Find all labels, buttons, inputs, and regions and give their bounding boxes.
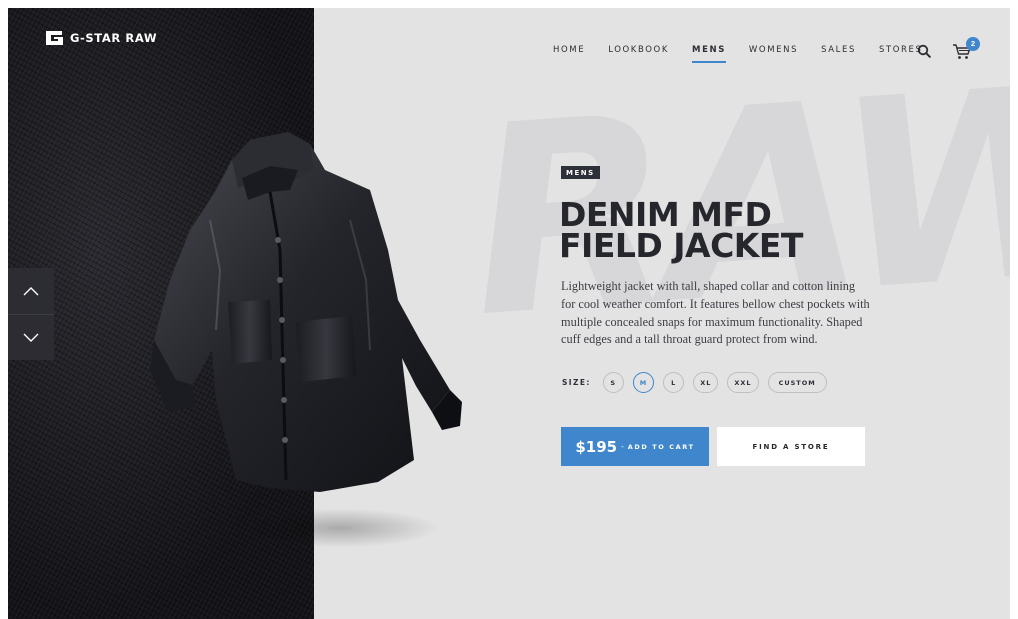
size-option-xxl[interactable]: XXL — [727, 372, 759, 393]
nav-item-mens[interactable]: MENS — [692, 45, 726, 63]
size-option-xl[interactable]: XL — [693, 372, 719, 393]
carousel-up-button[interactable] — [8, 268, 54, 314]
brand-logo[interactable]: G-STAR RAW — [44, 30, 157, 46]
jacket-shadow — [240, 508, 440, 548]
nav-item-womens[interactable]: WOMENS — [749, 45, 798, 61]
product-title: DENIM MFD FIELD JACKET — [559, 198, 879, 265]
g-star-logo-icon — [46, 31, 63, 45]
size-label: SIZE: — [562, 378, 591, 387]
page-frame: RAW G-STAR RAW HOME LOOKBOOK MENS WOMENS… — [8, 8, 1010, 619]
carousel-down-button[interactable] — [8, 314, 54, 360]
cart-count-badge: 2 — [966, 37, 980, 51]
nav-item-home[interactable]: HOME — [553, 45, 585, 61]
chevron-up-icon — [23, 287, 39, 296]
category-badge: MENS — [561, 166, 600, 179]
size-selector: SIZE: S M L XL XXL CUSTOM — [562, 372, 836, 393]
nav-item-lookbook[interactable]: LOOKBOOK — [608, 45, 669, 61]
find-store-button[interactable]: FIND A STORE — [717, 427, 865, 466]
size-option-custom[interactable]: CUSTOM — [767, 372, 827, 393]
price-separator: - — [621, 442, 624, 451]
chevron-down-icon — [23, 333, 39, 342]
product-title-line-2: FIELD JACKET — [559, 226, 803, 265]
jacket-image — [150, 132, 462, 492]
main-nav: HOME LOOKBOOK MENS WOMENS SALES STORES — [553, 45, 946, 63]
carousel-controls — [8, 268, 54, 360]
add-to-cart-label: ADD TO CART — [627, 442, 695, 451]
size-option-m[interactable]: M — [632, 372, 655, 393]
search-icon[interactable] — [917, 44, 931, 58]
brand-name: G-STAR RAW — [70, 31, 158, 45]
nav-item-sales[interactable]: SALES — [821, 45, 856, 61]
add-to-cart-button[interactable]: $195 - ADD TO CART — [561, 427, 709, 466]
nav-item-stores[interactable]: STORES — [879, 45, 923, 61]
size-option-s[interactable]: S — [602, 372, 624, 393]
product-description: Lightweight jacket with tall, shaped col… — [561, 279, 870, 347]
product-price: $195 — [575, 437, 618, 456]
size-option-l[interactable]: L — [663, 372, 685, 393]
